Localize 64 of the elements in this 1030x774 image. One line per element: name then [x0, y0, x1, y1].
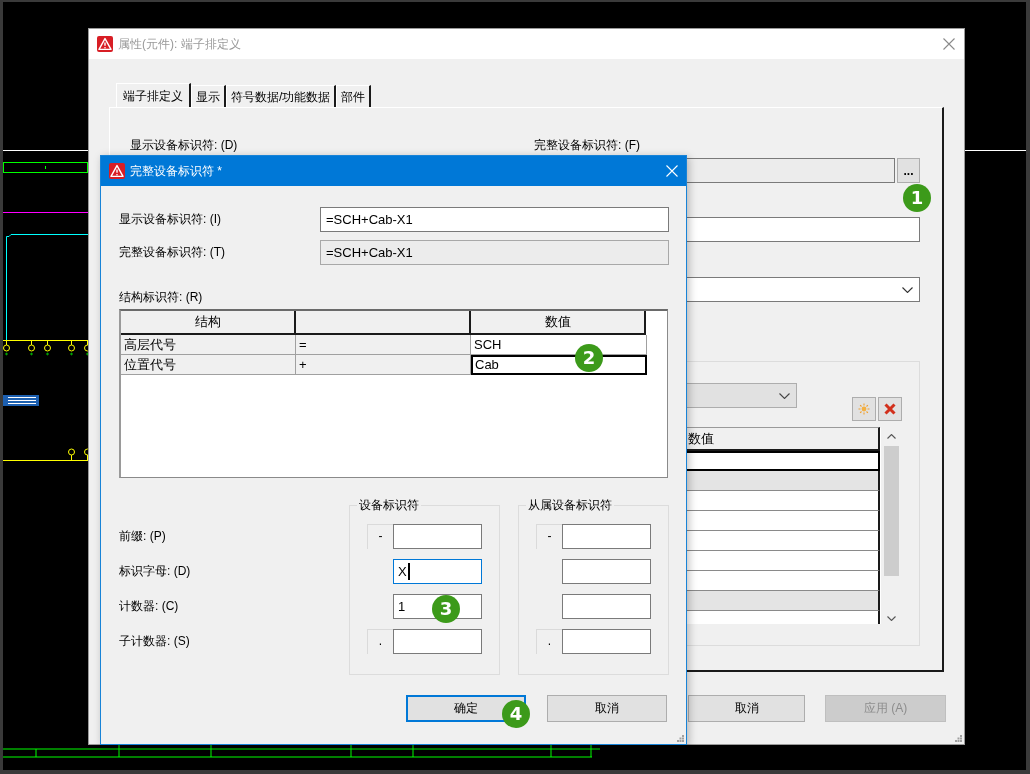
- chevron-down-icon: [902, 286, 913, 293]
- window-title: 属性(元件): 端子排定义: [118, 36, 241, 52]
- step-number-badge: 3: [432, 595, 460, 623]
- separator-label: .: [367, 629, 393, 654]
- tab[interactable]: 符号数据/功能数据: [226, 85, 337, 107]
- text-field[interactable]: =SCH+Cab-X1: [320, 207, 669, 232]
- step-number-badge: 4: [502, 700, 530, 728]
- text-field[interactable]: [687, 158, 895, 183]
- table-label: 结构标识符: (R): [119, 290, 203, 304]
- field-label: 显示设备标识符: (I): [119, 211, 221, 228]
- text-field[interactable]: =SCH+Cab-X1: [320, 240, 669, 265]
- dialog-button[interactable]: 取消: [547, 695, 667, 722]
- step-number-badge: 1: [903, 184, 931, 212]
- tab[interactable]: 显示: [191, 85, 226, 107]
- resize-grip-icon[interactable]: [677, 735, 684, 742]
- separator-label: -: [536, 524, 562, 549]
- column-header[interactable]: [296, 311, 471, 335]
- text-field[interactable]: [562, 594, 651, 619]
- column-header[interactable]: 结构: [121, 311, 296, 335]
- field-label: 完整设备标识符: (F): [534, 138, 640, 152]
- table-cell: 位置代号: [121, 355, 296, 375]
- table-cell: 高层代号: [121, 335, 296, 355]
- chevron-down-icon[interactable]: [887, 616, 896, 621]
- group-title: 设备标识符: [357, 497, 421, 513]
- x-mark-icon: [884, 403, 896, 415]
- text-field[interactable]: [562, 559, 651, 584]
- field-label: 完整设备标识符: (T): [119, 244, 225, 261]
- field-label: 显示设备标识符: (D): [130, 138, 239, 152]
- field-label: 标识字母: (D): [119, 563, 191, 580]
- column-header[interactable]: 数值: [471, 311, 646, 335]
- close-icon: [943, 38, 955, 50]
- tab[interactable]: 部件: [336, 85, 372, 107]
- scrollbar-thumb[interactable]: [884, 446, 899, 576]
- table-cell: +: [296, 355, 471, 375]
- separator-label: .: [536, 629, 562, 654]
- sun-icon: [858, 403, 870, 415]
- browse-button[interactable]: ...: [897, 158, 920, 183]
- table-row[interactable]: [687, 451, 880, 471]
- table-cell: =: [296, 335, 471, 355]
- resize-grip-icon[interactable]: [955, 735, 962, 742]
- chevron-up-icon[interactable]: [887, 434, 896, 439]
- delete-button[interactable]: [878, 397, 902, 421]
- dropdown[interactable]: [687, 277, 920, 302]
- field-label: 前缀: (P): [119, 528, 166, 545]
- warning-triangle-icon: [109, 163, 125, 179]
- warning-triangle-icon: [97, 36, 113, 52]
- close-icon: [666, 165, 678, 177]
- chevron-down-icon: [779, 392, 790, 399]
- field-label: 子计数器: (S): [119, 633, 190, 650]
- text-field[interactable]: X: [393, 559, 482, 584]
- text-field[interactable]: [687, 217, 920, 242]
- dialog-button[interactable]: 取消: [688, 695, 805, 722]
- text-field[interactable]: [562, 524, 651, 549]
- logo-drawing: [3, 395, 39, 406]
- tab[interactable]: 端子排定义: [116, 83, 191, 107]
- field-label: 计数器: (C): [119, 598, 179, 615]
- separator-label: -: [367, 524, 393, 549]
- text-field[interactable]: [393, 524, 482, 549]
- window-title: 完整设备标识符 *: [130, 163, 222, 179]
- group-title: 从属设备标识符: [526, 497, 614, 513]
- column-header[interactable]: 数值: [687, 427, 880, 451]
- text-field[interactable]: [562, 629, 651, 654]
- text-field[interactable]: [393, 629, 482, 654]
- text-cursor: [407, 563, 410, 580]
